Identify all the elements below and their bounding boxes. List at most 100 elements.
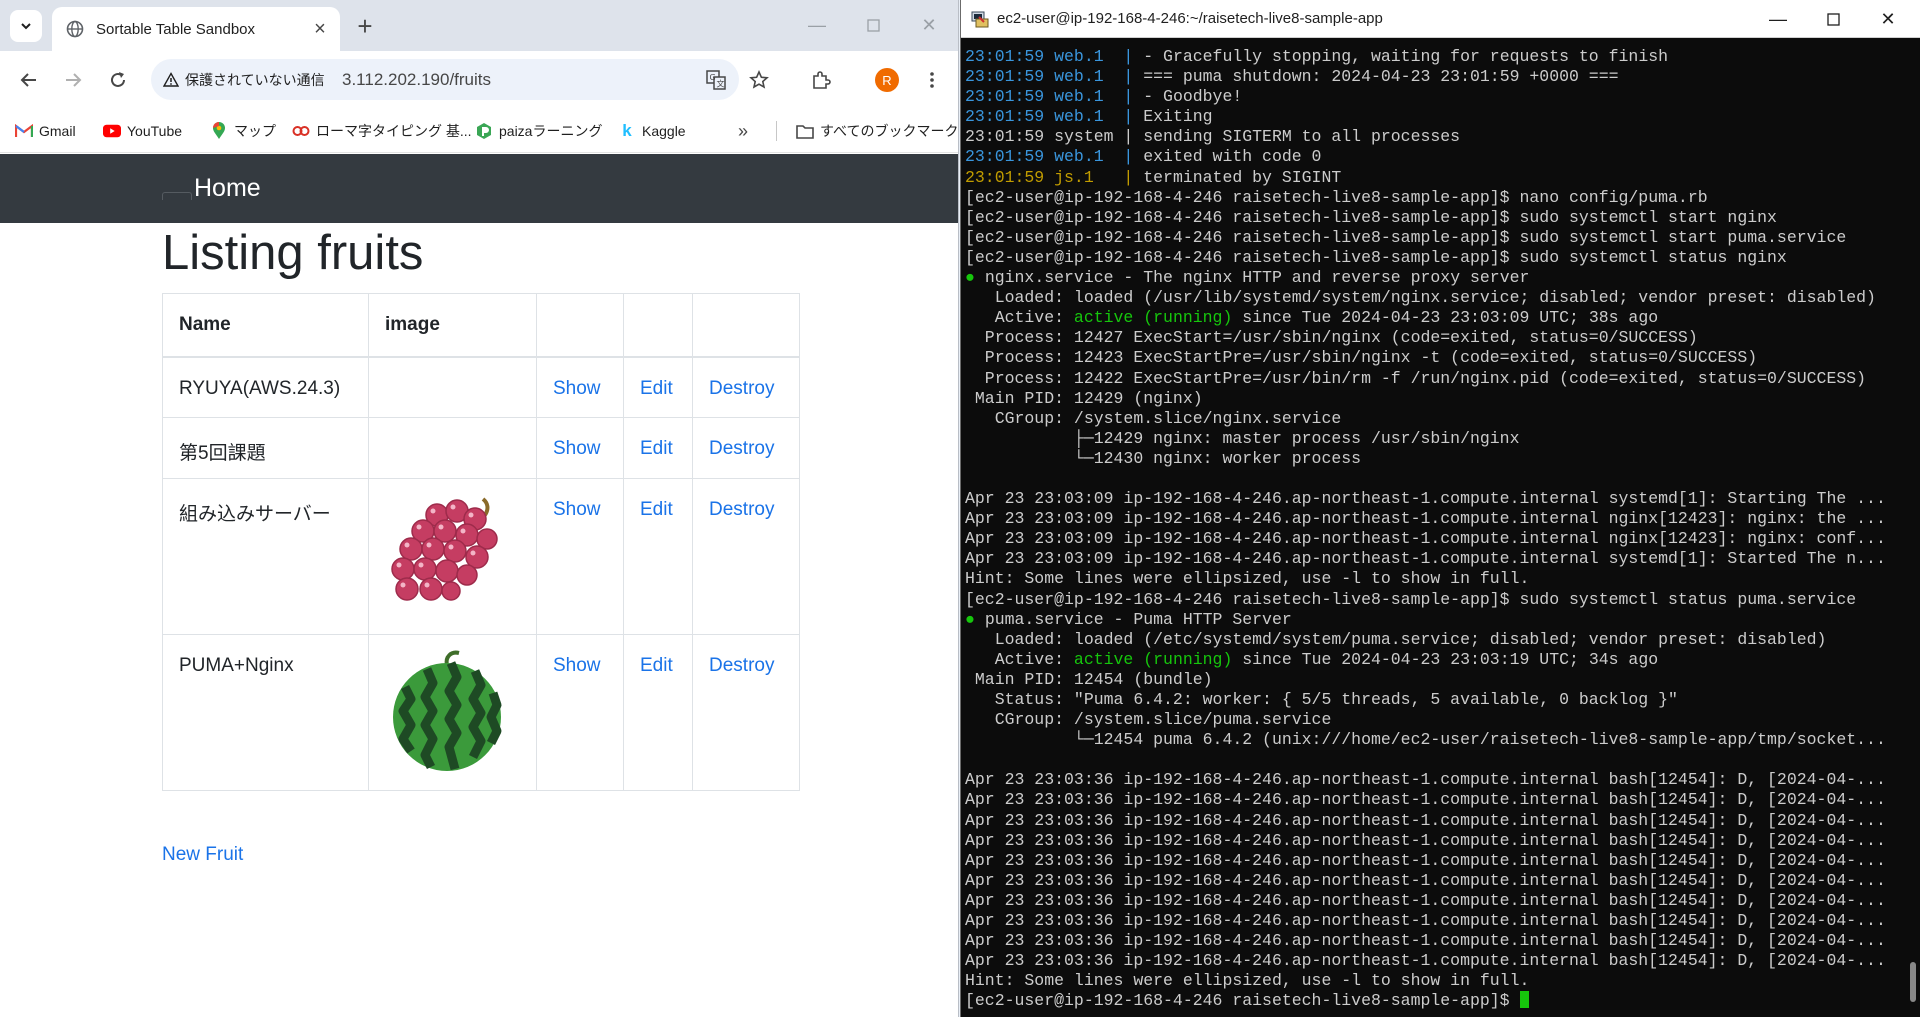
terminal-text: Active: xyxy=(965,308,1074,328)
fruit-name: 第5回課題 xyxy=(162,417,369,479)
destroy-link[interactable]: Destroy xyxy=(709,378,774,399)
terminal-text: Apr 23 23:03:36 ip-192-168-4-246.ap-nort… xyxy=(965,810,1886,830)
terminal-text: active (running) xyxy=(1073,649,1233,669)
bookmarks-divider xyxy=(776,121,777,141)
close-icon[interactable]: × xyxy=(310,18,330,40)
security-chip[interactable]: 保護されていない通信 xyxy=(163,68,325,92)
terminal-text: [ec2-user@ip-192-168-4-246 raisetech-liv… xyxy=(965,227,1847,247)
terminal-text: CGroup: /system.slice/nginx.service xyxy=(965,408,1342,428)
bookmark-label: マップ xyxy=(234,123,276,139)
terminal-line: Apr 23 23:03:36 ip-192-168-4-246.ap-nort… xyxy=(965,811,1900,831)
bookmark-maps[interactable]: マップ xyxy=(210,118,276,144)
close-window-icon[interactable]: ✕ xyxy=(918,14,940,36)
bookmark-youtube[interactable]: YouTube xyxy=(103,118,182,144)
terminal-line: Apr 23 23:03:36 ip-192-168-4-246.ap-nort… xyxy=(965,831,1900,851)
bookmark-kaggle[interactable]: k Kaggle xyxy=(618,118,686,144)
bookmark-label: Kaggle xyxy=(642,123,686,139)
terminal-text: Apr 23 23:03:36 ip-192-168-4-246.ap-nort… xyxy=(965,770,1886,790)
terminal-line: CGroup: /system.slice/puma.service xyxy=(965,710,1900,730)
extensions-icon[interactable] xyxy=(807,66,835,94)
terminal-line: └─12430 nginx: worker process xyxy=(965,449,1900,469)
reload-icon[interactable] xyxy=(104,66,132,94)
back-arrow-icon[interactable] xyxy=(15,66,43,94)
terminal-text: Apr 23 23:03:09 ip-192-168-4-246.ap-nort… xyxy=(965,549,1886,569)
show-link[interactable]: Show xyxy=(553,655,601,676)
terminal-text: [ec2-user@ip-192-168-4-246 raisetech-liv… xyxy=(965,247,1787,267)
terminal-text: Apr 23 23:03:09 ip-192-168-4-246.ap-nort… xyxy=(965,509,1886,529)
terminal-line: Status: "Puma 6.4.2: worker: { 5/5 threa… xyxy=(965,690,1900,710)
translate-icon[interactable]: 文G xyxy=(704,68,728,92)
svg-text:文: 文 xyxy=(717,79,725,89)
minimize-icon[interactable]: — xyxy=(806,14,828,36)
maximize-icon[interactable] xyxy=(1819,6,1847,32)
destroy-link[interactable]: Destroy xyxy=(709,655,774,676)
edit-link[interactable]: Edit xyxy=(640,499,673,520)
new-tab-button[interactable]: + xyxy=(352,11,378,41)
fruit-name: RYUYA(AWS.24.3) xyxy=(162,356,369,418)
terminal-text: 23:01:59 web.1 | xyxy=(965,67,1144,87)
terminal-line: ├─12429 nginx: master process /usr/sbin/… xyxy=(965,429,1900,449)
terminal-window: ec2-user@ip-192-168-4-246:~/raisetech-li… xyxy=(960,0,1920,1017)
navbar-toggler[interactable] xyxy=(162,192,192,200)
terminal-text: [ec2-user@ip-192-168-4-246 raisetech-liv… xyxy=(965,589,1857,609)
fruit-name: 組み込みサーバー xyxy=(162,478,369,635)
terminal-line: Apr 23 23:03:36 ip-192-168-4-246.ap-nort… xyxy=(965,851,1900,871)
new-fruit-link[interactable]: New Fruit xyxy=(162,844,243,866)
tab-active[interactable]: Sortable Table Sandbox × xyxy=(52,7,340,51)
all-bookmarks-button[interactable]: すべてのブックマーク xyxy=(796,118,958,144)
table-header-row: Name image xyxy=(162,293,800,358)
terminal-line: ● puma.service - Puma HTTP Server xyxy=(965,610,1900,630)
terminal-line: Apr 23 23:03:36 ip-192-168-4-246.ap-nort… xyxy=(965,911,1900,931)
terminal-output[interactable]: 23:01:59 web.1 | - Gracefully stopping, … xyxy=(965,47,1900,1012)
show-link[interactable]: Show xyxy=(553,438,601,459)
terminal-text: 23:01:59 web.1 | xyxy=(965,147,1144,167)
edit-link[interactable]: Edit xyxy=(640,655,673,676)
close-window-icon[interactable]: ✕ xyxy=(1874,6,1902,32)
fruits-table: Name image RYUYA(AWS.24.3) Show Edit Des… xyxy=(162,293,800,791)
destroy-link[interactable]: Destroy xyxy=(709,438,774,459)
terminal-text: Loaded: loaded (/etc/systemd/system/puma… xyxy=(965,629,1827,649)
terminal-line: 23:01:59 js.1 | terminated by SIGINT xyxy=(965,168,1900,188)
kebab-menu-icon[interactable] xyxy=(918,66,946,94)
security-label: 保護されていない通信 xyxy=(185,72,325,88)
edit-link[interactable]: Edit xyxy=(640,378,673,399)
terminal-text: since Tue 2024-04-23 23:03:09 UTC; 38s a… xyxy=(1232,308,1659,328)
terminal-text: Apr 23 23:03:36 ip-192-168-4-246.ap-nort… xyxy=(965,951,1886,971)
terminal-text: Hint: Some lines were ellipsized, use -l… xyxy=(965,971,1530,991)
forward-arrow-icon[interactable] xyxy=(59,66,87,94)
terminal-scrollbar[interactable] xyxy=(1910,962,1916,1002)
gmail-icon xyxy=(15,122,33,140)
bookmark-typing[interactable]: ローマ字タイピング 基... xyxy=(292,118,472,144)
edit-link[interactable]: Edit xyxy=(640,438,673,459)
terminal-text: since Tue 2024-04-23 23:03:19 UTC; 34s a… xyxy=(1232,649,1659,669)
bookmark-gmail[interactable]: Gmail xyxy=(15,118,76,144)
url-text[interactable]: 3.112.202.190/fruits xyxy=(342,70,491,90)
destroy-link[interactable]: Destroy xyxy=(709,499,774,520)
terminal-text: - Gracefully stopping, waiting for reque… xyxy=(1143,47,1669,66)
terminal-text: puma.service - Puma HTTP Server xyxy=(984,609,1292,629)
table-row: RYUYA(AWS.24.3) Show Edit Destroy xyxy=(162,356,800,418)
bookmark-paiza[interactable]: paizaラーニング xyxy=(475,118,602,144)
column-header-blank xyxy=(692,293,800,358)
show-link[interactable]: Show xyxy=(553,499,601,520)
kaggle-icon: k xyxy=(622,121,632,140)
bookmark-star-icon[interactable] xyxy=(747,68,771,92)
terminal-cursor xyxy=(1519,991,1529,1009)
show-link[interactable]: Show xyxy=(553,378,601,399)
terminal-line: Apr 23 23:03:09 ip-192-168-4-246.ap-nort… xyxy=(965,489,1900,509)
navbar-brand[interactable]: Home xyxy=(194,174,261,203)
address-bar[interactable]: 保護されていない通信 3.112.202.190/fruits 文G xyxy=(151,59,769,100)
terminal-text: active (running) xyxy=(1073,308,1233,328)
svg-text:G: G xyxy=(710,73,716,82)
terminal-line: ● nginx.service - The nginx HTTP and rev… xyxy=(965,268,1900,288)
terminal-line: 23:01:59 system | sending SIGTERM to all… xyxy=(965,127,1900,147)
profile-avatar[interactable]: R xyxy=(875,68,899,92)
terminal-line: [ec2-user@ip-192-168-4-246 raisetech-liv… xyxy=(965,228,1900,248)
tab-search-button[interactable] xyxy=(10,10,42,42)
terminal-text: 23:01:59 web.1 | xyxy=(965,87,1144,107)
maximize-icon[interactable] xyxy=(862,14,884,36)
terminal-line: Apr 23 23:03:36 ip-192-168-4-246.ap-nort… xyxy=(965,891,1900,911)
bookmark-overflow-button[interactable]: » xyxy=(738,118,748,144)
column-header-image: image xyxy=(368,293,537,358)
minimize-icon[interactable]: — xyxy=(1764,6,1792,32)
